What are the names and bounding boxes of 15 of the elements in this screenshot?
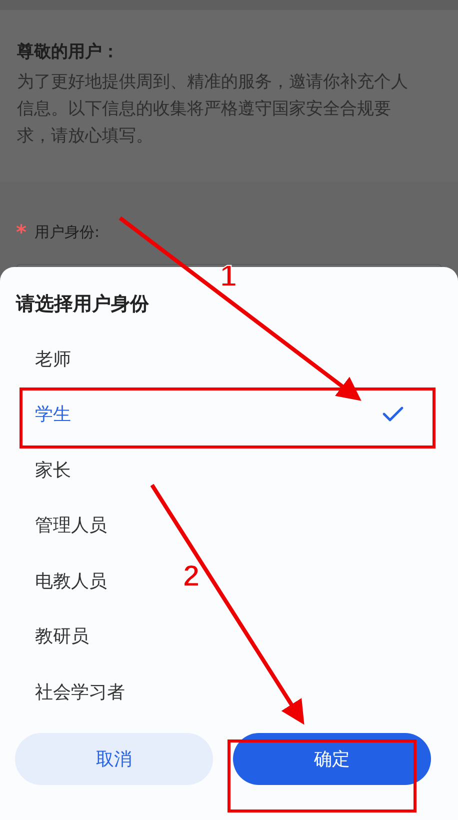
greeting-text: 为了更好地提供周到、精准的服务，邀请你补充个人信息。以下信息的收集将严格遵守国家安全合规要求，请放心填写。 xyxy=(17,71,409,148)
sheet-title: 请选择用户身份 xyxy=(16,292,149,317)
field-label: 用户身份: xyxy=(34,222,100,242)
option-item[interactable]: 学生 xyxy=(0,386,458,442)
cancel-button[interactable]: 取消 xyxy=(15,732,213,784)
option-item[interactable]: 家长 xyxy=(35,442,71,498)
greeting-title: 尊敬的用户： xyxy=(17,41,120,63)
option-item[interactable]: 管理人员 xyxy=(35,498,107,553)
confirm-button[interactable]: 确定 xyxy=(233,732,431,784)
option-item[interactable]: 社会学习者 xyxy=(35,664,125,720)
option-item[interactable]: 老师 xyxy=(35,331,71,386)
check-icon xyxy=(382,406,404,422)
required-mark: * xyxy=(16,220,26,244)
option-item[interactable]: 教研员 xyxy=(35,608,89,664)
option-item[interactable]: 电教人员 xyxy=(35,553,107,608)
